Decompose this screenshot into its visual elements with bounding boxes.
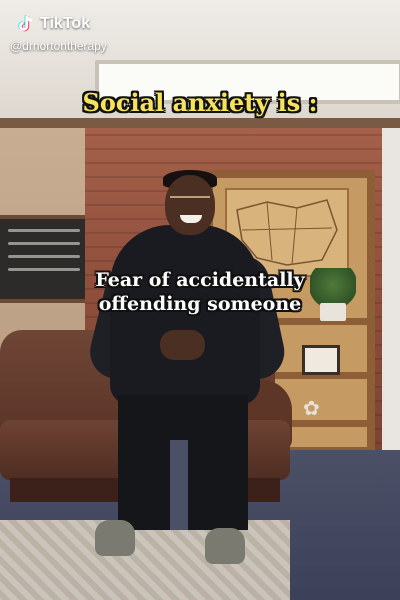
presenter-shoe (95, 520, 135, 556)
creator-handle: @drnortontherapy (10, 39, 107, 53)
caption-line-1: Fear of accidentally (95, 269, 305, 291)
brand-name: TikTok (40, 15, 91, 32)
caption-text: Fear of accidentally offending someone (0, 268, 400, 316)
presenter-glasses (170, 196, 210, 208)
presenter-hands (160, 330, 205, 360)
caption-line-2: offending someone (98, 293, 302, 315)
tiktok-logo-icon (14, 13, 36, 35)
headline-text: Social anxiety is : (82, 88, 318, 117)
presenter-shoe (205, 528, 245, 564)
leg-gap (170, 440, 188, 530)
video-frame: ✿ TikTok @drnortontherapy Social anxiety… (0, 0, 400, 600)
tiktok-watermark: TikTok (14, 13, 90, 35)
